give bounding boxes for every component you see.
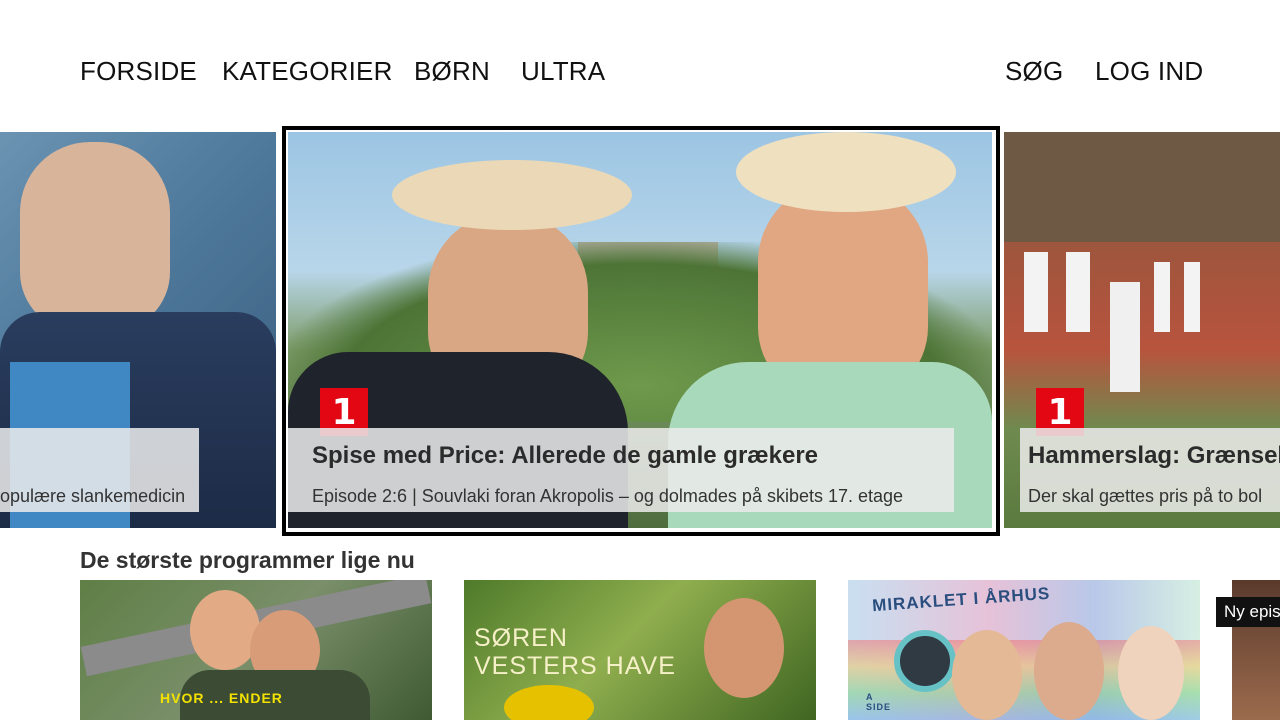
program-thumbnail-1[interactable]: HVOR ... ENDER (80, 580, 432, 720)
program-thumbnail-3[interactable]: MIRAKLET I ÅRHUS A SIDE (848, 580, 1200, 720)
nav-kategorier[interactable]: KATEGORIER (222, 56, 393, 86)
hero-card-featured[interactable]: 1 Spise med Price: Allerede de gamle græ… (288, 132, 992, 528)
person-face-3 (1118, 626, 1184, 720)
straw-hat-left (392, 160, 632, 230)
window-image-1 (1024, 252, 1048, 332)
hero-right-title: Hammerslag: Grænsel (1028, 442, 1280, 469)
hero-person-image (20, 142, 170, 332)
hero-right-info: Hammerslag: Grænsel Der skal gættes pris… (1020, 428, 1280, 512)
hero-center-subtitle: Episode 2:6 | Souvlaki foran Akropolis –… (312, 486, 904, 506)
flower-image (504, 685, 594, 720)
top-navigation: FORSIDE KATEGORIER BØRN ULTRA SØG LOG IN… (0, 0, 1280, 132)
program-thumbnail-2[interactable]: SØREN VESTERS HAVE (464, 580, 816, 720)
cassette-reel (894, 630, 956, 692)
nav-ultra[interactable]: ULTRA (521, 56, 605, 86)
nav-login[interactable]: LOG IND (1095, 56, 1203, 86)
hero-card-previous[interactable]: opulære slankemedicin (0, 132, 276, 528)
person-face-2 (1034, 622, 1104, 720)
hero-center-info: Spise med Price: Allerede de gamle græke… (288, 428, 954, 512)
hero-center-title: Spise med Price: Allerede de gamle græke… (312, 442, 819, 469)
thatched-roof-image (1004, 132, 1280, 242)
window-image-3 (1154, 262, 1170, 332)
thumbnail-3-title: MIRAKLET I ÅRHUS (871, 583, 1051, 616)
window-image-2 (1066, 252, 1090, 332)
window-image-4 (1184, 262, 1200, 332)
nav-search[interactable]: SØG (1005, 56, 1063, 86)
nav-born[interactable]: BØRN (414, 56, 490, 86)
hero-left-subtitle: opulære slankemedicin (0, 486, 186, 506)
section-title: De største programmer lige nu (80, 547, 415, 573)
door-image (1110, 282, 1140, 392)
hero-right-subtitle: Der skal gættes pris på to bol (1028, 486, 1263, 506)
thumbnail-3-side-label: A SIDE (866, 692, 892, 712)
nav-forside[interactable]: FORSIDE (80, 56, 197, 86)
hero-left-info: opulære slankemedicin (0, 428, 199, 512)
person-face-1 (952, 630, 1022, 720)
new-episode-badge: Ny epis (1216, 597, 1280, 627)
hero-card-next[interactable]: 1 Hammerslag: Grænsel Der skal gættes pr… (1004, 132, 1280, 528)
thumbnail-2-title: SØREN VESTERS HAVE (474, 624, 676, 680)
thumbnail-1-title: HVOR ... ENDER (160, 690, 283, 706)
straw-hat-right (736, 132, 956, 212)
presenter-face (704, 598, 784, 698)
presenter-face-1 (190, 590, 260, 670)
